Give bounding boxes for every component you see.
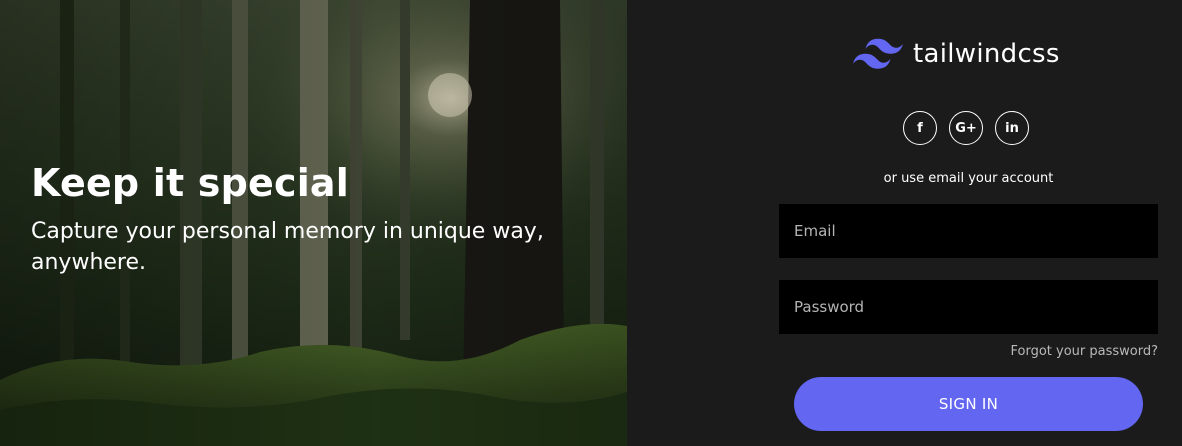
- facebook-login-button[interactable]: f: [903, 111, 937, 145]
- google-plus-icon: G+: [955, 120, 977, 136]
- password-field[interactable]: [779, 280, 1158, 334]
- social-login-buttons: f G+ in: [903, 111, 1041, 145]
- login-page: Keep it special Capture your personal me…: [0, 0, 1182, 446]
- sign-in-button[interactable]: SIGN IN: [794, 377, 1143, 431]
- brand-logo[interactable]: tailwindcss: [853, 36, 1060, 72]
- forgot-password-link[interactable]: Forgot your password?: [1010, 344, 1158, 359]
- tailwind-logo-icon: [853, 38, 903, 69]
- hero-text: Keep it special Capture your personal me…: [31, 160, 571, 278]
- linkedin-login-button[interactable]: in: [995, 111, 1029, 145]
- brand-name: tailwindcss: [913, 39, 1060, 69]
- hero-subtitle: Capture your personal memory in unique w…: [31, 219, 544, 275]
- hero-section: Keep it special Capture your personal me…: [0, 0, 627, 446]
- hero-title: Keep it special: [31, 161, 349, 205]
- linkedin-icon: in: [1005, 120, 1019, 136]
- facebook-icon: f: [917, 120, 923, 136]
- divider-text: or use email your account: [883, 171, 1054, 186]
- google-plus-login-button[interactable]: G+: [949, 111, 983, 145]
- login-panel: tailwindcss f G+ in or use email your ac…: [627, 0, 1182, 446]
- email-field[interactable]: [779, 204, 1158, 258]
